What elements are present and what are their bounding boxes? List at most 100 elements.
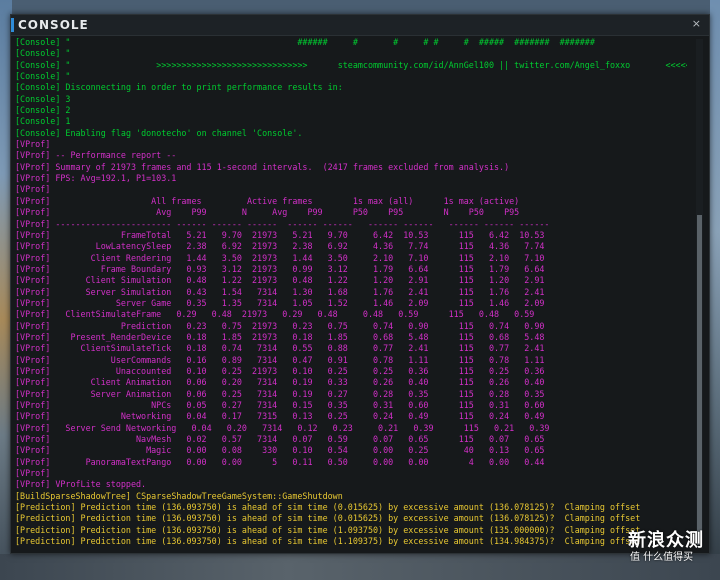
- console-line: [VProf] Summary of 21973 frames and 115 …: [15, 162, 687, 173]
- console-titlebar[interactable]: CONSOLE ×: [11, 15, 709, 36]
- console-line-text: Enabling flag 'donotecho' on channel 'Co…: [60, 127, 303, 138]
- console-line: [VProf] Server Game 0.35 1.35 7314 1.05 …: [15, 298, 687, 309]
- console-line-text: 1: [60, 116, 71, 127]
- console-line-tag: [Console]: [15, 127, 61, 138]
- console-line-tag: [Prediction]: [15, 502, 76, 513]
- console-line-text: NPCs 0.05 0.27 7314 0.15 0.35 0.31 0.60 …: [50, 400, 545, 410]
- console-line: [VProf] Present_RenderDevice 0.18 1.85 2…: [15, 332, 687, 343]
- console-line: [VProf] Prediction 0.23 0.75 21973 0.23 …: [15, 321, 687, 332]
- console-line: [Console] Disconnecting in order to prin…: [15, 82, 687, 93]
- console-line: [Console] ": [15, 48, 687, 59]
- console-line-tag: [VProf]: [15, 263, 51, 274]
- console-line: [VProf] ClientSimulateTick 0.18 0.74 731…: [15, 343, 687, 354]
- console-line-tag: [VProf]: [15, 388, 51, 399]
- console-line-text: ": [60, 71, 71, 82]
- console-line: [Console] " ###### # # # # # ##### #####…: [15, 37, 687, 48]
- console-line-tag: [VProf]: [15, 468, 51, 479]
- console-line-text: Server Game 0.35 1.35 7314 1.05 1.52 1.4…: [50, 297, 545, 308]
- console-line-tag: [VProf]: [15, 479, 51, 490]
- console-line-tag: [Prediction]: [15, 513, 76, 524]
- console-line-tag: [VProf]: [15, 229, 51, 240]
- console-line-text: 2: [60, 105, 71, 116]
- console-line-tag: [Console]: [15, 82, 61, 93]
- console-line-tag: [VProf]: [15, 320, 51, 331]
- console-line-tag: [Console]: [15, 59, 61, 70]
- console-line-tag: [VProf]: [15, 241, 51, 252]
- console-line-text: Server Animation 0.06 0.25 7314 0.19 0.2…: [50, 388, 545, 399]
- console-line-tag: [VProf]: [15, 161, 51, 172]
- watermark: 新浪众测 值 什么值得买: [628, 526, 716, 576]
- console-line-tag: [VProf]: [15, 195, 51, 206]
- console-line: [BuildSparseShadowTree] CSparseShadowTre…: [15, 491, 687, 502]
- console-line: [Console] Enabling flag 'donotecho' on c…: [15, 128, 687, 139]
- console-line-text: " ###### # # # # # ##### ####### #######: [60, 37, 595, 47]
- console-line-text: NavMesh 0.02 0.57 7314 0.07 0.59 0.07 0.…: [50, 434, 545, 445]
- console-line: [VProf] Magic 0.00 0.08 330 0.10 0.54 0.…: [15, 445, 687, 456]
- game-background-right: [710, 0, 720, 580]
- console-line-text: Prediction time (136.093750) is ahead of…: [75, 502, 641, 513]
- console-line: [VProf] Avg P99 N Avg P99 P50 P95 N P50 …: [15, 207, 687, 218]
- console-line-text: -- Performance report --: [50, 150, 177, 161]
- console-line-text: PanoramaTextPango 0.00 0.00 5 0.11 0.50 …: [50, 456, 545, 467]
- console-line-text: 3: [60, 93, 71, 104]
- console-line: [VProf] NavMesh 0.02 0.57 7314 0.07 0.59…: [15, 434, 687, 445]
- console-line-text: Unaccounted 0.10 0.25 21973 0.10 0.25 0.…: [50, 365, 545, 376]
- console-line-text: Avg P99 N Avg P99 P50 P95 N P50 P95: [50, 207, 520, 218]
- console-line-tag: [VProf]: [15, 354, 51, 365]
- console-line-tag: [VProf]: [15, 218, 51, 229]
- console-line-tag: [Console]: [15, 116, 61, 127]
- console-line-text: Prediction 0.23 0.75 21973 0.23 0.75 0.7…: [50, 320, 545, 331]
- console-line-text: " >>>>>>>>>>>>>>>>>>>>>>>>>>>>>> steamco…: [60, 59, 687, 70]
- console-line-text: Client Animation 0.06 0.20 7314 0.19 0.3…: [50, 377, 545, 388]
- console-line-text: UserCommands 0.16 0.89 7314 0.47 0.91 0.…: [50, 354, 545, 365]
- close-icon[interactable]: ×: [692, 17, 701, 30]
- console-line: [VProf]: [15, 184, 687, 195]
- console-line-text: Prediction time (136.093750) is ahead of…: [75, 513, 641, 524]
- console-output[interactable]: [Console] " ###### # # # # # ##### #####…: [15, 37, 687, 549]
- title-accent-bar: [11, 18, 14, 32]
- console-line: [Console] " >>>>>>>>>>>>>>>>>>>>>>>>>>>>…: [15, 60, 687, 71]
- console-line-tag: [Console]: [15, 48, 61, 59]
- watermark-subtext: 值 什么值得买: [630, 552, 694, 563]
- console-line-text: ClientSimulateTick 0.18 0.74 7314 0.55 0…: [50, 343, 545, 354]
- console-line-tag: [VProf]: [15, 139, 51, 150]
- console-line-text: Client Rendering 1.44 3.50 21973 1.44 3.…: [50, 252, 545, 263]
- console-line-tag: [VProf]: [15, 331, 51, 342]
- console-line: [VProf] Server Send Networking 0.04 0.20…: [15, 423, 687, 434]
- console-line-text: Disconnecting in order to print performa…: [60, 82, 343, 93]
- console-line: [Console] ": [15, 71, 687, 82]
- console-line: [VProf] Frame Boundary 0.93 3.12 21973 0…: [15, 264, 687, 275]
- console-line-tag: [VProf]: [15, 207, 51, 218]
- console-line-text: FPS: Avg=192.1, P1=103.1: [50, 173, 177, 184]
- console-line: [Prediction] Prediction time (136.093750…: [15, 513, 687, 524]
- console-line-tag: [VProf]: [15, 400, 51, 410]
- game-background-bottom: [0, 554, 720, 580]
- console-line-tag: [VProf]: [15, 309, 51, 320]
- console-line-text: CSparseShadowTreeGameSystem::GameShutdow…: [130, 490, 343, 501]
- console-line-tag: [VProf]: [15, 184, 51, 195]
- console-line-text: Server Send Networking 0.04 0.20 7314 0.…: [50, 422, 550, 433]
- console-line: [Prediction] Prediction time (136.093750…: [15, 502, 687, 513]
- console-line-tag: [Console]: [15, 37, 61, 47]
- console-scrollbar[interactable]: [696, 39, 703, 549]
- console-line: [VProf]: [15, 139, 687, 150]
- console-line-text: Present_RenderDevice 0.18 1.85 21973 0.1…: [50, 331, 545, 342]
- console-line: [VProf] LowLatencySleep 2.38 6.92 21973 …: [15, 241, 687, 252]
- console-line: [Console] 3: [15, 94, 687, 105]
- console-line-text: Magic 0.00 0.08 330 0.10 0.54 0.00 0.25 …: [50, 445, 545, 456]
- console-line-tag: [VProf]: [15, 252, 51, 263]
- console-line-tag: [BuildSparseShadowTree]: [15, 490, 131, 501]
- console-line-tag: [VProf]: [15, 456, 51, 467]
- console-line-text: All frames Active frames 1s max (all) 1s…: [50, 195, 520, 206]
- console-line-text: Summary of 21973 frames and 115 1-second…: [50, 161, 510, 172]
- console-line-text: ": [60, 48, 71, 59]
- console-line: [VProf] Client Animation 0.06 0.20 7314 …: [15, 377, 687, 388]
- scrollbar-thumb[interactable]: [697, 215, 702, 545]
- console-line-tag: [Console]: [15, 71, 61, 82]
- console-line-tag: [VProf]: [15, 411, 51, 422]
- console-line-tag: [VProf]: [15, 343, 51, 354]
- console-line-tag: [VProf]: [15, 434, 51, 445]
- console-line-tag: [VProf]: [15, 173, 51, 184]
- console-line: [VProf] Client Simulation 0.48 1.22 2197…: [15, 275, 687, 286]
- console-line: [Prediction] Prediction time (136.093750…: [15, 536, 687, 547]
